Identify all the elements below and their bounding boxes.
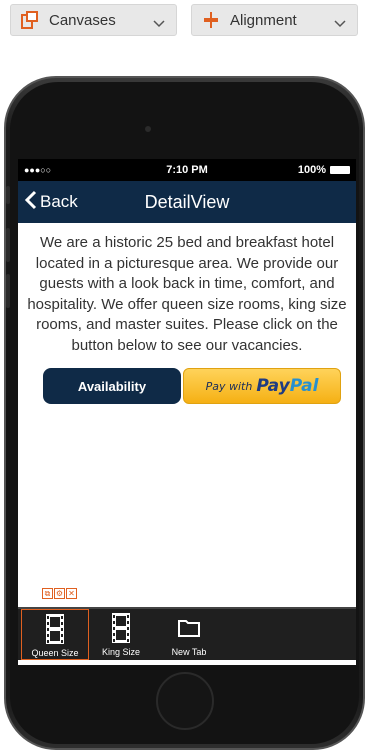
canvases-icon <box>21 11 39 29</box>
tab-new-tab[interactable]: New Tab <box>158 609 220 660</box>
action-buttons: Availability Pay with Pay Pal <box>18 368 356 404</box>
status-time: 7:10 PM <box>166 164 208 176</box>
film-icon <box>110 613 132 643</box>
designer-toolbar: Canvases Alignment <box>10 4 359 36</box>
settings-icon[interactable]: ⚙ <box>54 588 65 599</box>
paypal-pay-with: Pay with <box>205 379 253 393</box>
tab-label: Queen Size <box>31 648 79 658</box>
home-button <box>155 672 214 730</box>
canvases-label: Canvases <box>49 11 116 29</box>
tab-bar: Queen Size King Size New Tab <box>18 607 356 660</box>
alignment-label: Alignment <box>230 11 297 29</box>
chevron-left-icon <box>24 190 38 215</box>
alignment-dropdown[interactable]: Alignment <box>191 4 358 36</box>
volume-down-button <box>6 274 10 308</box>
paypal-button[interactable]: Pay with Pay Pal <box>183 368 341 404</box>
tab-label: King Size <box>101 647 141 657</box>
paypal-logo-pal: Pal <box>289 376 319 396</box>
chevron-down-icon <box>152 15 166 28</box>
canvases-dropdown[interactable]: Canvases <box>10 4 177 36</box>
alignment-icon <box>202 11 220 29</box>
tab-queen-size[interactable]: Queen Size <box>21 609 89 660</box>
tab-king-size[interactable]: King Size <box>90 609 152 660</box>
description-text: We are a historic 25 bed and breakfast h… <box>27 234 347 354</box>
copy-icon[interactable]: ⧉ <box>42 588 53 599</box>
front-camera <box>144 126 151 132</box>
folder-icon <box>177 613 201 643</box>
film-icon <box>44 614 66 644</box>
availability-button[interactable]: Availability <box>43 368 181 404</box>
delete-icon[interactable]: ✕ <box>66 588 77 599</box>
back-label: Back <box>40 192 78 211</box>
back-button[interactable]: Back <box>18 190 78 215</box>
selection-tools: ⧉ ⚙ ✕ <box>42 588 77 599</box>
volume-up-button <box>6 228 10 262</box>
chevron-down-icon <box>333 15 347 28</box>
tab-label: New Tab <box>171 647 207 657</box>
mute-switch <box>6 186 10 204</box>
status-bar: ●●●○○ 7:10 PM 100% <box>18 159 356 181</box>
navigation-bar: Back DetailView <box>18 181 356 223</box>
paypal-logo-pay: Pay <box>256 376 290 396</box>
